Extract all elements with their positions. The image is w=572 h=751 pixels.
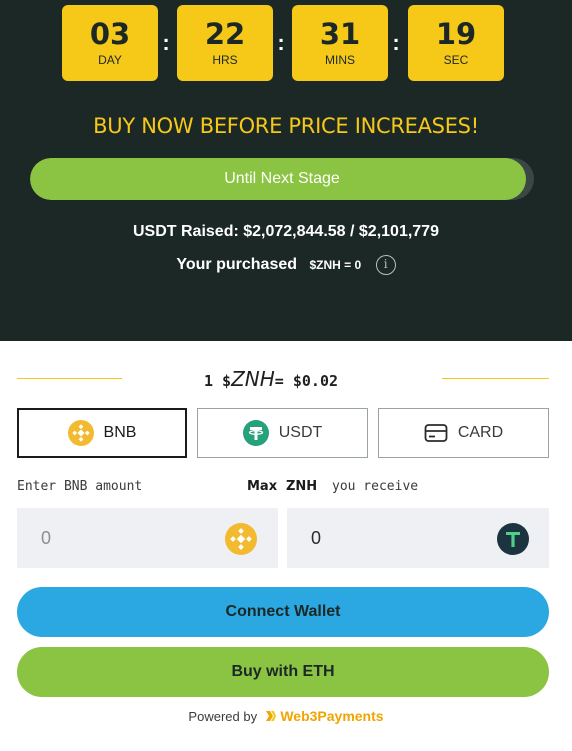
countdown-days-value: 03: [89, 17, 131, 51]
buy-with-eth-button[interactable]: Buy with ETH: [17, 647, 549, 697]
countdown-hours-value: 22: [204, 17, 246, 51]
countdown-separator: :: [392, 30, 400, 55]
connect-wallet-button[interactable]: Connect Wallet: [17, 587, 549, 637]
exchange-rate: 1 $ZNH= $0.02: [186, 366, 376, 392]
countdown-hours-unit: HRS: [212, 53, 238, 67]
stage-progress-bar: Until Next Stage: [30, 158, 534, 200]
purchased-summary: Your purchased $ZNH = 0 i: [0, 254, 572, 276]
web3payments-link[interactable]: Web3Payments: [280, 708, 383, 724]
tab-card[interactable]: CARD: [378, 408, 549, 458]
rate-prefix: 1 $: [204, 372, 232, 390]
pay-amount-value: 0: [41, 528, 52, 548]
countdown-hours: 22 HRS: [177, 5, 273, 81]
znh-token-icon: [497, 523, 529, 555]
price-increase-headline: BUY NOW BEFORE PRICE INCREASES!: [93, 114, 479, 138]
max-button[interactable]: Max: [247, 478, 277, 496]
tab-card-label: CARD: [457, 424, 504, 441]
pay-amount-input[interactable]: 0: [17, 508, 278, 568]
receive-token-label: ZNH: [286, 479, 318, 494]
web3payments-logo-icon: [265, 711, 276, 721]
rate-divider-right: [442, 378, 549, 379]
powered-by-label: Powered by: [188, 709, 258, 724]
receive-amount-value: 0: [311, 528, 322, 548]
receive-label: you receive: [332, 479, 419, 494]
countdown-days: 03 DAY: [62, 5, 158, 81]
rate-divider-left: [17, 378, 122, 379]
rate-suffix: = $0.02: [274, 372, 339, 390]
tether-icon: [242, 420, 269, 446]
rate-token-symbol: ZNH: [231, 367, 275, 391]
countdown-minutes-unit: MINS: [325, 53, 355, 67]
info-icon[interactable]: i: [375, 255, 396, 275]
tab-bnb[interactable]: BNB: [17, 408, 187, 458]
tab-bnb-label: BNB: [103, 424, 137, 441]
usdt-raised-text: USDT Raised: $2,072,844.58 / $2,101,779: [133, 223, 439, 240]
purchased-token-value: $ZNH = 0: [309, 258, 362, 272]
countdown-minutes: 31 MINS: [292, 5, 388, 81]
presale-header-panel: 03 DAY : 22 HRS : 31 MINS : 19 SEC BUY N…: [0, 0, 572, 341]
tab-usdt-label: USDT: [278, 424, 323, 441]
countdown-separator: :: [162, 30, 170, 55]
bnb-icon: [225, 523, 257, 555]
countdown-seconds-value: 19: [435, 17, 477, 51]
pay-amount-label: Enter BNB amount: [17, 479, 143, 494]
purchased-label: Your purchased: [176, 256, 298, 273]
receive-amount-field[interactable]: 0: [287, 508, 549, 568]
countdown-separator: :: [277, 30, 285, 55]
tab-usdt[interactable]: USDT: [197, 408, 368, 458]
bnb-icon: [67, 420, 94, 446]
countdown-seconds-unit: SEC: [443, 53, 469, 67]
countdown-timer: 03 DAY : 22 HRS : 31 MINS : 19 SEC: [62, 5, 504, 81]
stage-progress-label: Until Next Stage: [224, 170, 340, 187]
countdown-seconds: 19 SEC: [408, 5, 504, 81]
card-icon: [424, 424, 448, 442]
countdown-minutes-value: 31: [319, 17, 361, 51]
powered-by-footer: Powered by Web3Payments: [0, 706, 572, 727]
countdown-days-unit: DAY: [98, 53, 122, 67]
